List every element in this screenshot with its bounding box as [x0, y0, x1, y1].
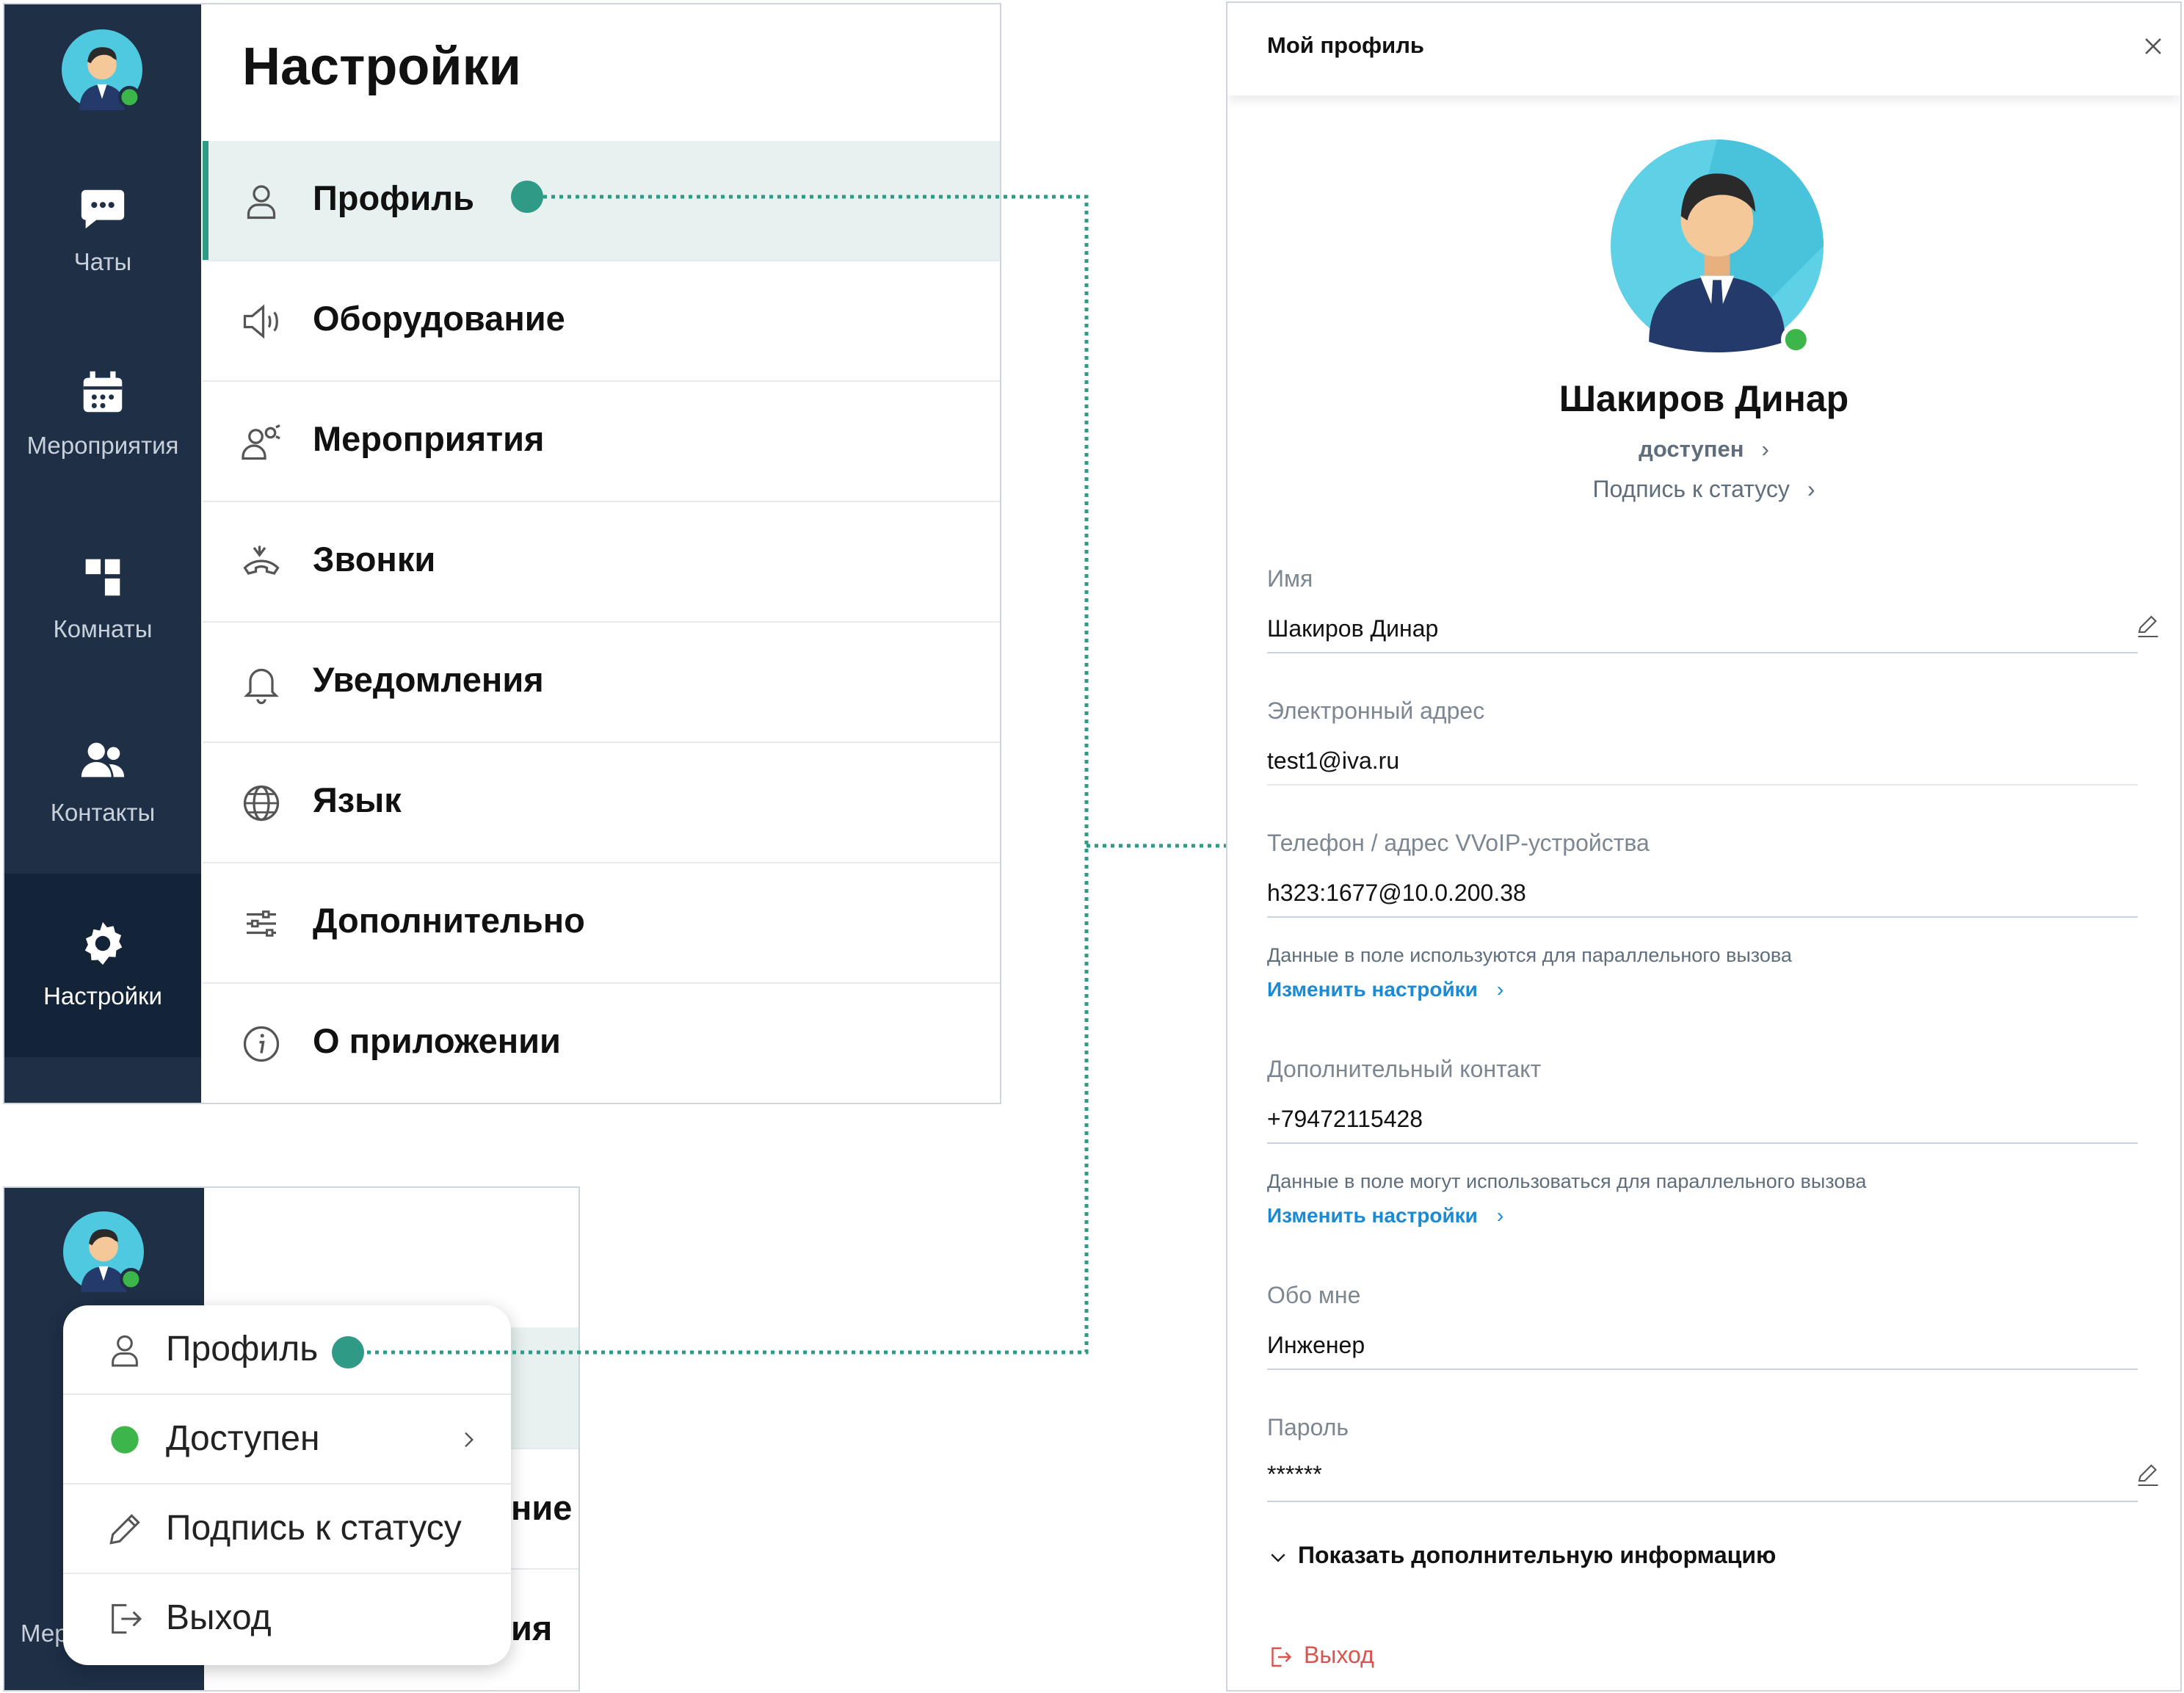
connector-overlay — [332, 181, 1226, 1368]
connector-dot — [511, 181, 543, 213]
connector-dot — [332, 1336, 364, 1368]
connector-line — [364, 195, 1089, 1355]
